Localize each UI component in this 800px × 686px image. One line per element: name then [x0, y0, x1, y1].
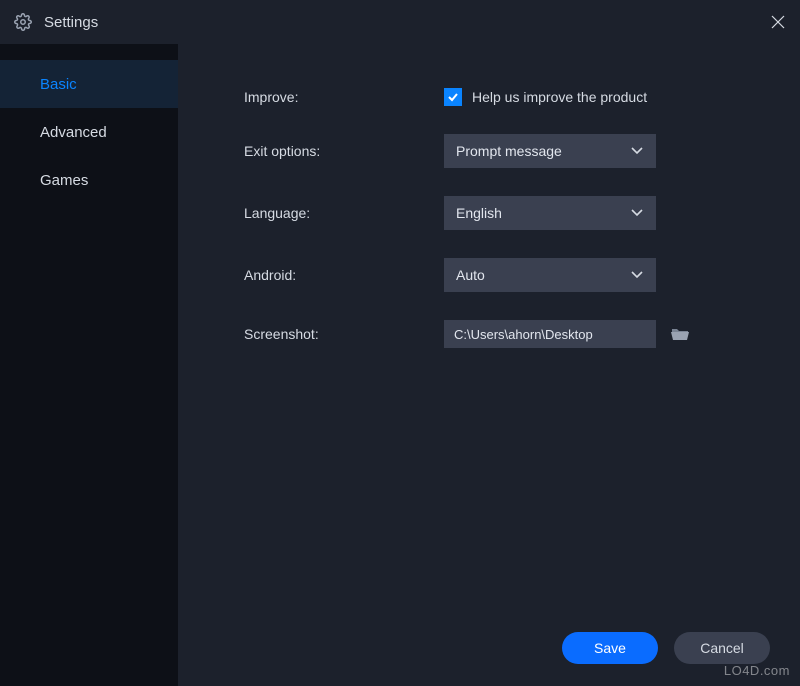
select-exit-value: Prompt message — [456, 143, 562, 159]
screenshot-path-input[interactable] — [444, 320, 656, 348]
cancel-button[interactable]: Cancel — [674, 632, 770, 664]
gear-icon — [14, 13, 32, 31]
check-icon — [447, 91, 459, 103]
sidebar-item-label: Basic — [40, 76, 77, 93]
chevron-down-icon — [630, 268, 644, 282]
sidebar-item-basic[interactable]: Basic — [0, 60, 178, 108]
label-android: Android: — [244, 267, 444, 283]
checkbox-improve-wrap: Help us improve the product — [444, 88, 647, 106]
window-title: Settings — [44, 14, 98, 31]
label-language: Language: — [244, 205, 444, 221]
row-language: Language: English — [244, 196, 800, 230]
browse-folder-button[interactable] — [670, 326, 690, 342]
body: Basic Advanced Games Improve: Help us im — [0, 44, 800, 686]
row-android: Android: Auto — [244, 258, 800, 292]
content: Improve: Help us improve the product Exi… — [178, 44, 800, 686]
footer: Save Cancel — [562, 632, 770, 664]
label-exit: Exit options: — [244, 143, 444, 159]
settings-window: Settings Basic Advanced Games Improve: — [0, 0, 800, 686]
sidebar-item-label: Advanced — [40, 124, 107, 141]
chevron-down-icon — [630, 206, 644, 220]
checkbox-improve[interactable] — [444, 88, 462, 106]
screenshot-path-wrap — [444, 320, 690, 348]
select-android-value: Auto — [456, 267, 485, 283]
sidebar-item-advanced[interactable]: Advanced — [0, 108, 178, 156]
sidebar-item-label: Games — [40, 172, 88, 189]
sidebar-item-games[interactable]: Games — [0, 156, 178, 204]
close-button[interactable] — [766, 10, 790, 34]
sidebar: Basic Advanced Games — [0, 44, 178, 686]
label-screenshot: Screenshot: — [244, 326, 444, 342]
row-screenshot: Screenshot: — [244, 320, 800, 348]
select-exit[interactable]: Prompt message — [444, 134, 656, 168]
label-improve: Improve: — [244, 89, 444, 105]
titlebar: Settings — [0, 0, 800, 44]
save-button[interactable]: Save — [562, 632, 658, 664]
checkbox-improve-label: Help us improve the product — [472, 89, 647, 105]
select-android[interactable]: Auto — [444, 258, 656, 292]
chevron-down-icon — [630, 144, 644, 158]
row-improve: Improve: Help us improve the product — [244, 88, 800, 106]
row-exit: Exit options: Prompt message — [244, 134, 800, 168]
select-language-value: English — [456, 205, 502, 221]
folder-icon — [670, 326, 690, 342]
select-language[interactable]: English — [444, 196, 656, 230]
